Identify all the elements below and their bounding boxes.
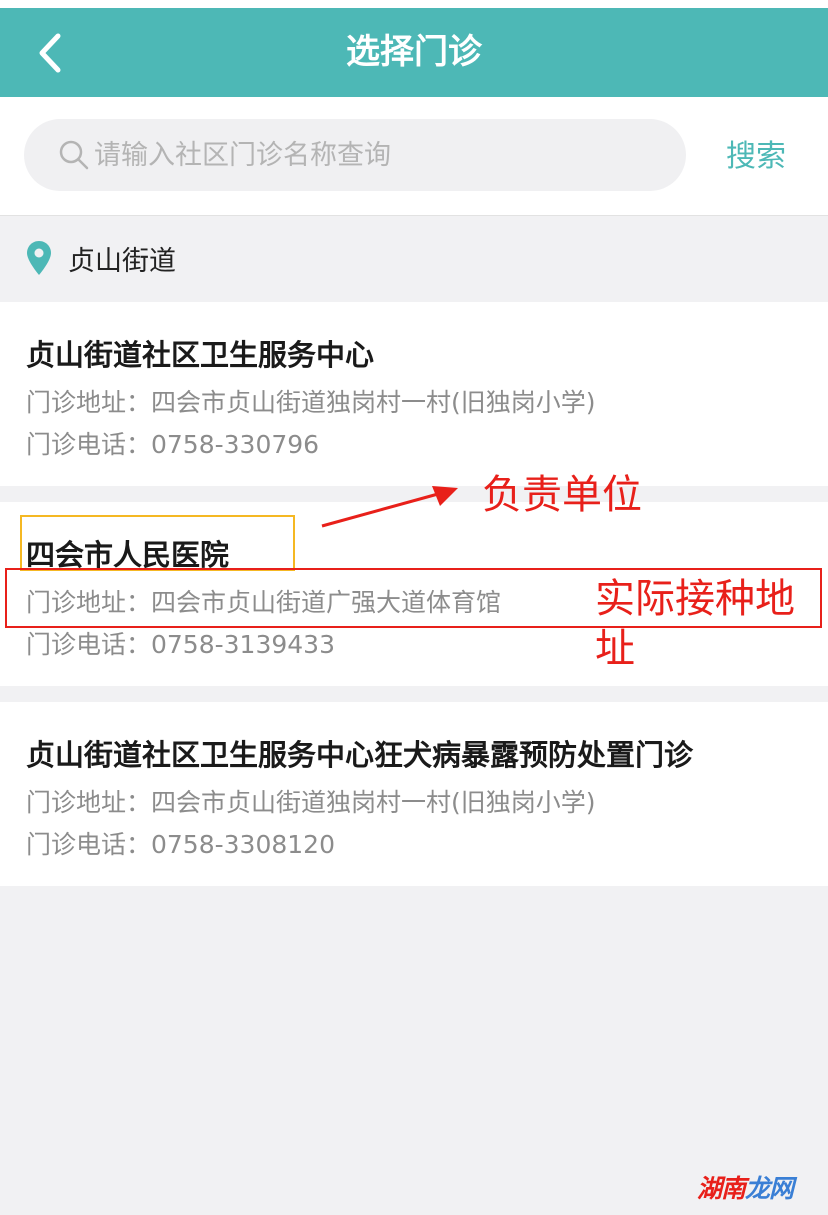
clinic-address: 门诊地址：四会市贞山街道独岗村一村(旧独岗小学): [26, 388, 596, 417]
watermark-part1: 湖南: [697, 1174, 746, 1203]
search-icon: [59, 140, 89, 170]
search-bar: 搜索: [0, 97, 828, 216]
clinic-name: 贞山街道社区卫生服务中心: [26, 338, 375, 372]
status-strip: [0, 0, 828, 8]
location-row[interactable]: 贞山街道: [0, 216, 828, 302]
watermark-logo: 湖南龙网: [697, 1174, 794, 1204]
search-input[interactable]: [94, 119, 664, 191]
watermark-part2: 龙网: [745, 1174, 794, 1203]
page-title: 选择门诊: [346, 32, 482, 72]
annotation-arrow-icon: [321, 486, 458, 528]
app-header: 选择门诊: [0, 8, 828, 97]
clinic-phone: 门诊电话：0758-3308120: [26, 830, 335, 859]
location-label: 贞山街道: [68, 246, 176, 277]
search-field[interactable]: [24, 119, 686, 191]
highlight-box-unit: [20, 515, 295, 571]
clinic-card[interactable]: 贞山街道社区卫生服务中心 门诊地址：四会市贞山街道独岗村一村(旧独岗小学) 门诊…: [0, 302, 828, 486]
clinic-card[interactable]: 贞山街道社区卫生服务中心狂犬病暴露预防处置门诊 门诊地址：四会市贞山街道独岗村一…: [0, 702, 828, 886]
search-button[interactable]: 搜索: [726, 137, 786, 177]
clinic-address: 门诊地址：四会市贞山街道独岗村一村(旧独岗小学): [26, 788, 596, 817]
clinic-name: 贞山街道社区卫生服务中心狂犬病暴露预防处置门诊: [26, 738, 694, 772]
map-pin-icon: [27, 241, 51, 275]
annotation-responsible-unit: 负责单位: [482, 472, 642, 518]
clinic-phone: 门诊电话：0758-3139433: [26, 630, 335, 659]
clinic-phone: 门诊电话：0758-330796: [26, 430, 320, 459]
annotation-actual-address: 实际接种地址: [595, 576, 795, 672]
